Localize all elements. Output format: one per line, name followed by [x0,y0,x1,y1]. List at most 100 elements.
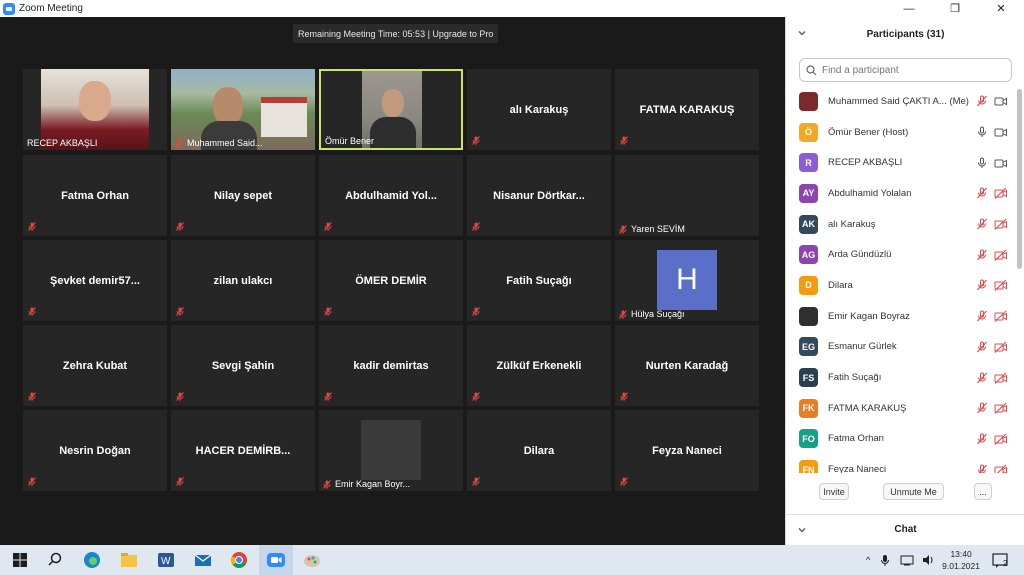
participant-label: RECEP AKBAŞLI [27,138,97,148]
avatar: FO [799,429,818,449]
participant-row[interactable]: D Dilara [786,270,1016,301]
search-icon[interactable] [45,550,65,570]
participant-tile[interactable]: Fatma Orhan [23,155,167,236]
microphone-icon[interactable] [976,157,988,169]
muted-microphone-icon[interactable] [976,341,988,353]
unmute-me-button[interactable]: Unmute Me [883,483,944,500]
participant-row[interactable]: Emir Kagan Boyraz [786,301,1016,332]
muted-microphone-icon[interactable] [976,95,988,107]
participant-row[interactable]: FO Fatma Orhan [786,424,1016,455]
chevron-down-icon[interactable] [798,29,806,37]
close-button[interactable]: ✕ [978,0,1024,17]
participant-tile[interactable]: Zülküf Erkenekli [467,325,611,406]
participant-tile[interactable]: HACER DEMİRB... [171,410,315,491]
microphone-icon[interactable] [976,126,988,138]
camera-icon[interactable] [994,157,1008,169]
muted-microphone-icon[interactable] [976,402,988,414]
participant-row[interactable]: EG Esmanur Gürlek [786,332,1016,363]
avatar: AK [799,214,818,234]
participant-row[interactable]: R RECEP AKBAŞLI [786,147,1016,178]
clock[interactable]: 13:40 9.01.2021 [942,548,980,572]
participant-tile[interactable]: zilan ulakcı [171,240,315,321]
participant-tile[interactable]: Feyza Naneci [615,410,759,491]
muted-microphone-icon[interactable] [976,249,988,261]
participant-tile[interactable]: Nilay sepet [171,155,315,236]
participant-scrollbar[interactable] [1017,89,1022,269]
participant-row[interactable]: Ö Ömür Bener (Host) [786,117,1016,148]
camera-off-icon[interactable] [994,218,1008,230]
camera-icon[interactable] [994,95,1008,107]
invite-button[interactable]: Invite [819,483,849,500]
participant-row[interactable]: FS Fatih Suçağı [786,362,1016,393]
participant-tile[interactable]: Ömür Bener [319,69,463,150]
participant-tile[interactable]: Zehra Kubat [23,325,167,406]
participant-tile[interactable]: Sevgi Şahin [171,325,315,406]
meeting-area: Remaining Meeting Time: 05:53 | Upgrade … [0,17,785,545]
zoom-logo-icon [3,2,15,15]
participant-tile[interactable]: Emir Kagan Boyr... [319,410,463,491]
paint-icon[interactable] [302,550,322,570]
muted-microphone-icon[interactable] [976,464,988,473]
participant-tile[interactable]: Yaren SEVİM [615,155,759,236]
network-icon[interactable] [900,554,914,566]
camera-off-icon[interactable] [994,187,1008,200]
camera-off-icon[interactable] [994,433,1008,445]
chevron-down-icon[interactable] [798,526,806,534]
camera-off-icon[interactable] [994,464,1008,473]
participant-tile[interactable]: ÖMER DEMİR [319,240,463,321]
windows-start-icon[interactable] [10,550,30,570]
participant-tile[interactable]: Nurten Karadağ [615,325,759,406]
camera-off-icon[interactable] [994,341,1008,353]
maximize-button[interactable]: ❐ [932,0,978,17]
volume-icon[interactable] [922,554,935,566]
participant-tile[interactable]: Fatih Suçağı [467,240,611,321]
camera-off-icon[interactable] [994,402,1008,415]
participant-name: Zehra Kubat [62,359,128,372]
participant-tile[interactable]: Şevket demir57... [23,240,167,321]
participant-search[interactable] [799,58,1012,82]
muted-microphone-icon [176,307,184,316]
more-options-button[interactable]: ... [974,483,992,500]
participant-tile[interactable]: alı Karakuş [467,69,611,150]
participant-tile[interactable]: Muhammed Said... [171,69,315,150]
muted-microphone-icon[interactable] [976,218,988,230]
chevron-up-icon[interactable]: ^ [866,555,870,565]
muted-microphone-icon[interactable] [976,310,988,322]
muted-microphone-icon[interactable] [976,433,988,445]
chrome-icon[interactable] [229,550,249,570]
muted-microphone-icon [619,224,627,234]
participant-tile[interactable]: kadir demirtas [319,325,463,406]
participant-tile[interactable]: H Hülya Suçağı [615,240,759,321]
participant-tile[interactable]: Nesrin Doğan [23,410,167,491]
camera-off-icon[interactable] [994,279,1008,292]
participant-tile[interactable]: Nisanur Dörtkar... [467,155,611,236]
search-input[interactable] [822,64,1002,76]
edge-browser-icon[interactable] [82,550,102,570]
word-icon[interactable]: W [156,550,176,570]
participant-tile[interactable]: FATMA KARAKUŞ [615,69,759,150]
muted-microphone-icon[interactable] [976,187,988,199]
camera-off-icon[interactable] [994,249,1008,261]
camera-icon[interactable] [994,126,1008,138]
participant-tile[interactable]: Abdulhamid Yol... [319,155,463,236]
zoom-app-icon[interactable] [266,550,286,570]
participant-name: Feyza Naneci [652,444,722,457]
remaining-time-banner[interactable]: Remaining Meeting Time: 05:53 | Upgrade … [293,24,499,43]
participant-tile[interactable]: Dilara [467,410,611,491]
participant-row[interactable]: Muhammed Said ÇAKTI A... (Me) [786,86,1016,117]
participant-row[interactable]: AK alı Karakuş [786,209,1016,240]
camera-off-icon[interactable] [994,372,1008,384]
participant-row[interactable]: FN Feyza Naneci [786,454,1016,473]
muted-microphone-icon[interactable] [976,279,988,291]
participant-row[interactable]: AG Arda Gündüzlü [786,239,1016,270]
participant-row[interactable]: AY Abdulhamid Yolalan [786,178,1016,209]
chat-header[interactable]: Chat [786,514,1024,544]
participant-tile[interactable]: RECEP AKBAŞLI [23,69,167,150]
minimize-button[interactable]: — [886,0,932,17]
file-explorer-icon[interactable] [119,550,139,570]
camera-off-icon[interactable] [994,310,1008,323]
mail-icon[interactable] [193,550,213,570]
microphone-icon[interactable] [880,554,890,567]
participant-row[interactable]: FK FATMA KARAKUŞ [786,393,1016,424]
muted-microphone-icon[interactable] [976,372,988,384]
